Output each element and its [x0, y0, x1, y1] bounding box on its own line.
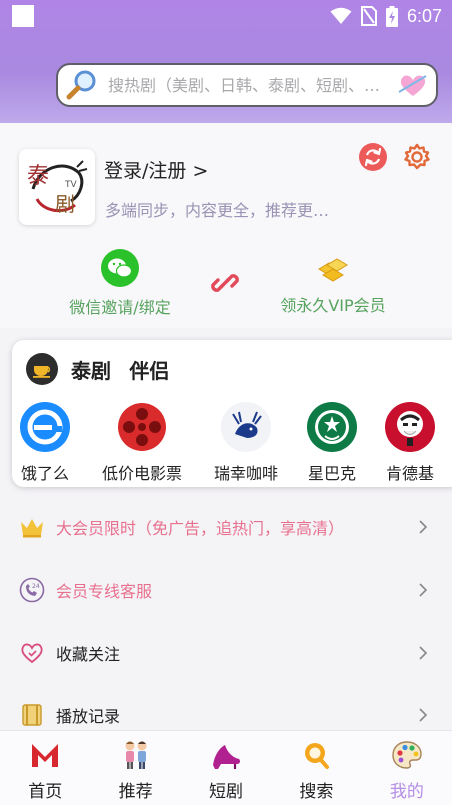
search-icon — [305, 743, 330, 769]
nav-label: 搜索 — [299, 782, 334, 802]
eleme-icon — [20, 402, 70, 452]
gear-icon[interactable] — [403, 143, 431, 171]
app-logo-avatar[interactable]: 泰 剧 TV — [19, 149, 95, 225]
login-register-link[interactable]: 登录/注册 > — [104, 156, 208, 183]
phone-24h-icon: 24 — [19, 577, 45, 603]
login-benefit-text: 多端同步，内容更全，推荐更… — [105, 201, 330, 220]
menu-label: 播放记录 — [56, 707, 121, 726]
nav-recommend[interactable]: 推荐 — [90, 731, 180, 805]
menu-label: 收藏关注 — [56, 645, 121, 664]
vip-member-label: 领永久VIP会员 — [280, 296, 386, 315]
couple-icon — [125, 741, 147, 769]
coffee-cup-icon — [26, 353, 58, 385]
search-input[interactable] — [108, 75, 398, 95]
partner-label: 低价电影票 — [101, 464, 182, 483]
svg-text:24: 24 — [32, 583, 40, 590]
partner-label: 瑞幸咖啡 — [213, 464, 278, 483]
nav-short-drama[interactable]: 短剧 — [181, 731, 271, 805]
nav-search[interactable]: 搜索 — [271, 731, 361, 805]
bottom-nav: 首页 推荐 短剧 搜索 我的 — [0, 730, 452, 805]
heart-outline-icon — [21, 643, 43, 664]
search-bar[interactable] — [56, 63, 438, 107]
starbucks-icon — [307, 402, 357, 452]
partner-label: 肯德基 — [385, 464, 434, 483]
svg-text:泰: 泰 — [27, 164, 49, 189]
clock: 6:07 — [406, 5, 442, 26]
svg-text:TV: TV — [64, 180, 77, 190]
notification-icon — [12, 5, 34, 27]
wechat-icon — [101, 249, 139, 287]
home-m-icon — [32, 744, 59, 767]
chevron-right-icon — [419, 583, 428, 597]
wechat-invite-button[interactable]: 微信邀请/绑定 — [56, 249, 184, 317]
partner-item-kfc[interactable]: 肯德基 — [362, 402, 452, 484]
menu-list: 大会员限时（免广告，追热门，享高清） 24 会员专线客服 收藏关注 播放记录 — [0, 497, 452, 730]
partner-item-luckin[interactable]: 瑞幸咖啡 — [198, 402, 294, 484]
palette-icon — [392, 741, 422, 769]
chevron-right-icon — [419, 646, 428, 660]
status-right: 6:07 — [330, 4, 442, 28]
film-history-icon — [22, 704, 42, 726]
sim-icon — [360, 6, 377, 26]
partner-header: 泰剧ㅤ伴侣 — [26, 353, 169, 385]
nav-home[interactable]: 首页 — [0, 731, 90, 805]
tv-dragon-logo-icon: 泰 剧 TV — [19, 149, 95, 225]
nav-label: 我的 — [389, 782, 424, 802]
partner-title: 泰剧ㅤ伴侣 — [71, 358, 170, 383]
wechat-invite-label: 微信邀请/绑定 — [69, 298, 171, 317]
crown-icon — [21, 519, 43, 538]
battery-charging-icon — [385, 5, 398, 27]
menu-label: 大会员限时（免广告，追热门，享高清） — [56, 519, 345, 538]
link-icon — [211, 274, 239, 292]
sync-icon[interactable] — [359, 143, 387, 171]
gold-bars-icon — [318, 258, 348, 282]
film-reel-icon — [118, 403, 166, 451]
luckin-deer-icon — [221, 402, 271, 452]
chevron-right-icon — [419, 520, 428, 534]
partner-card: 泰剧ㅤ伴侣 饿了么 低价电影票 瑞幸咖啡 星巴克 肯德基 — [12, 340, 452, 487]
wifi-icon — [330, 7, 352, 24]
nav-label: 首页 — [28, 782, 63, 802]
partner-item-movie-tickets[interactable]: 低价电影票 — [94, 402, 190, 484]
menu-label: 会员专线客服 — [56, 582, 153, 601]
menu-item-favorites[interactable]: 收藏关注 — [0, 624, 452, 682]
status-bar: 6:07 — [0, 0, 452, 32]
partner-label: 饿了么 — [20, 464, 69, 483]
menu-item-vip-support[interactable]: 24 会员专线客服 — [0, 561, 452, 619]
kfc-icon — [385, 402, 435, 452]
menu-item-vip-promo[interactable]: 大会员限时（免广告，追热门，享高清） — [0, 498, 452, 556]
svg-text:剧: 剧 — [55, 192, 75, 216]
partner-item-eleme[interactable]: 饿了么 — [0, 402, 93, 484]
nav-mine[interactable]: 我的 — [362, 731, 452, 805]
nav-label: 短剧 — [209, 782, 244, 802]
high-heel-icon — [213, 745, 241, 769]
nav-label: 推荐 — [118, 782, 153, 802]
heart-arrow-icon[interactable] — [398, 72, 428, 98]
chevron-right-icon — [419, 708, 428, 722]
magnifier-icon — [66, 70, 96, 100]
vip-member-button[interactable]: 领永久VIP会员 — [270, 249, 396, 317]
